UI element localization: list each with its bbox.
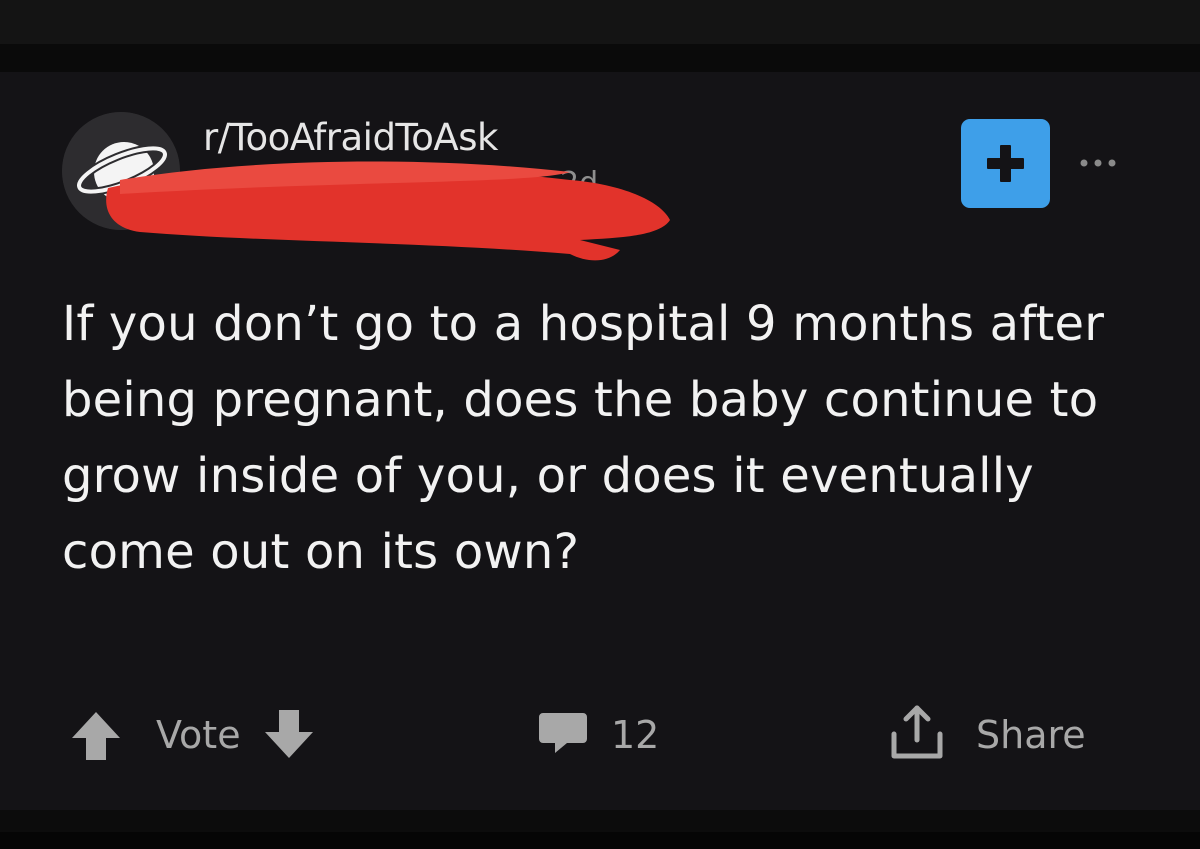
comments-button[interactable]: 12 [537,700,659,770]
downvote-button[interactable] [259,700,319,770]
screenshot-bottom-frame [0,810,1200,849]
vote-bar: Vote [66,700,319,770]
more-options-button[interactable] [1074,148,1130,178]
comment-count: 12 [611,713,660,757]
join-button[interactable] [961,119,1050,208]
share-button[interactable]: Share [886,700,1086,770]
comment-bubble-icon [537,707,589,763]
post-title[interactable]: If you don’t go to a hospital 9 months a… [62,286,1142,590]
share-icon [886,702,948,768]
ellipsis-icon [1080,159,1116,167]
plus-icon [987,145,1024,182]
arrow-up-icon [72,712,120,760]
upvote-button[interactable] [66,700,126,770]
arrow-down-icon [264,710,313,758]
screenshot-top-frame [0,0,1200,72]
share-label: Share [976,713,1086,757]
vote-label: Vote [156,713,241,757]
redaction-scribble [106,161,671,261]
